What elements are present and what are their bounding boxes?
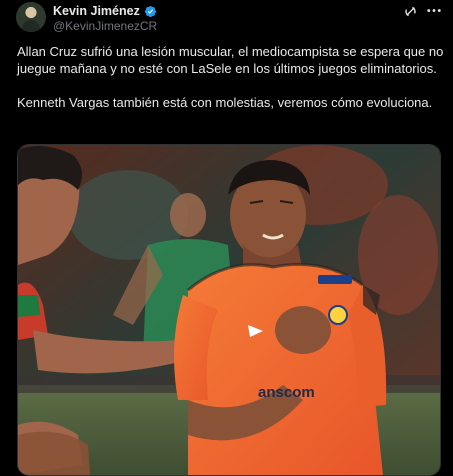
author-display-name[interactable]: Kevin Jiménez: [53, 4, 140, 18]
tweet: Kevin Jiménez @KevinJimenezCR Allan Cruz…: [0, 0, 453, 476]
tweet-photo[interactable]: anscom: [17, 144, 441, 476]
tweet-paragraph-2: Kenneth Vargas también está con molestia…: [17, 95, 433, 110]
football-photo: anscom: [18, 145, 440, 475]
tweet-paragraph-1: Allan Cruz sufrió una lesión muscular, e…: [17, 44, 444, 76]
more-icon[interactable]: [425, 3, 443, 18]
verified-badge-icon: [144, 5, 156, 17]
jersey-sponsor-text: anscom: [258, 384, 315, 401]
grok-icon[interactable]: [403, 4, 418, 19]
author-avatar[interactable]: [16, 2, 46, 32]
author-handle[interactable]: @KevinJimenezCR: [53, 19, 157, 33]
tweet-text: Allan Cruz sufrió una lesión muscular, e…: [17, 43, 445, 111]
author-name-row: Kevin Jiménez: [53, 3, 157, 19]
